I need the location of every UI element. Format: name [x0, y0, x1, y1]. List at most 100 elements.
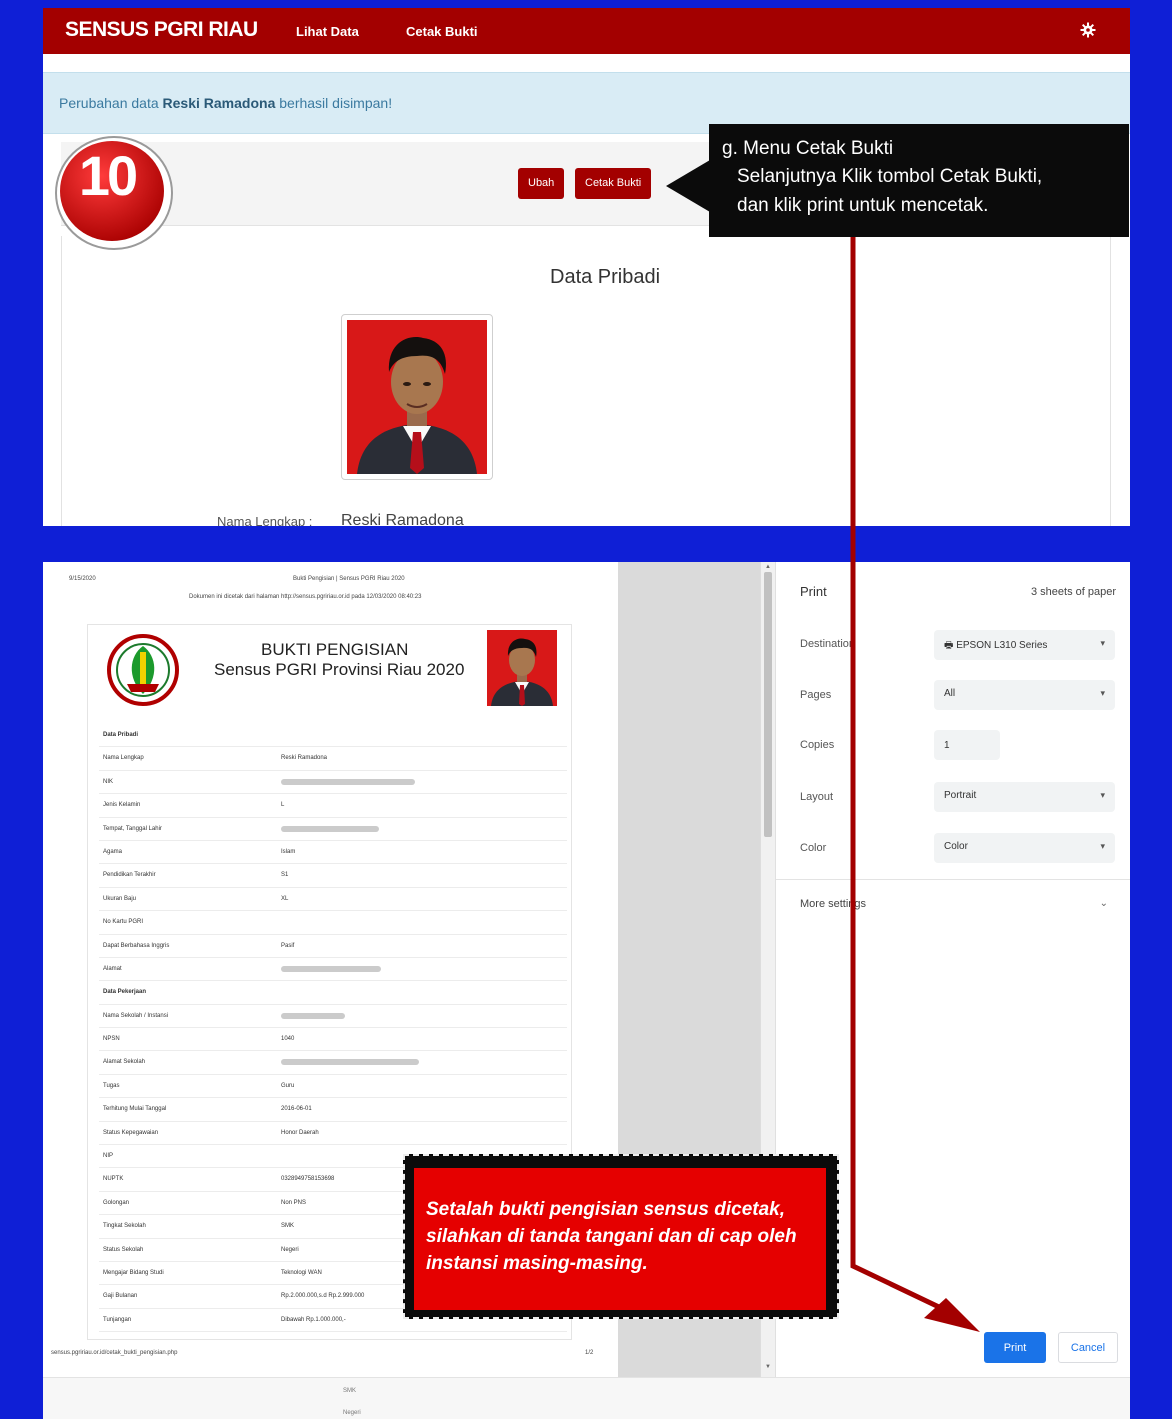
row-value: 2016-06-01	[281, 1106, 312, 1113]
table-row: Ukuran Baju XL	[99, 888, 567, 912]
chevron-down-icon: ▾	[1100, 688, 1105, 698]
row-label: Status Kepegawaian	[103, 1129, 159, 1136]
redacted-value	[281, 778, 415, 785]
print-title: Print	[800, 584, 827, 599]
alert-name: Reski Ramadona	[162, 95, 276, 111]
row-value: Rp.2.000.000,s.d Rp.2.999.000	[281, 1293, 365, 1300]
callout-line-1: g. Menu Cetak Bukti	[722, 138, 894, 159]
step-number: 10	[78, 144, 138, 207]
table-row: No Kartu PGRI	[99, 911, 567, 935]
alert-message: Perubahan data Reski Ramadona berhasil d…	[59, 95, 393, 111]
scroll-thumb[interactable]	[764, 572, 772, 837]
table-row: Jenis Kelamin L	[99, 794, 567, 818]
chevron-down-icon[interactable]: ⌄	[1100, 898, 1108, 909]
redacted-value	[281, 1059, 419, 1066]
row-label: Mengajar Bidang Studi	[103, 1269, 164, 1276]
destination-value: EPSON L310 Series	[956, 640, 1048, 651]
preview-header-title: Bukti Pengisian | Sensus PGRI Riau 2020	[293, 576, 405, 582]
destination-label: Destination	[800, 638, 856, 650]
name-label: Nama Lengkap :	[217, 514, 313, 526]
row-label: Pendidikan Terakhir	[103, 872, 156, 879]
row-label: Nama Sekolah / Instansi	[103, 1012, 169, 1019]
row-value: Negeri	[281, 1246, 299, 1253]
row-label: Tempat, Tanggal Lahir	[103, 825, 162, 832]
profile-photo	[341, 314, 493, 480]
table-row: Dapat Berbahasa Inggris Pasif	[99, 935, 567, 958]
copies-input[interactable]	[934, 730, 1000, 760]
pages-value: All	[944, 688, 956, 699]
table-row: Terhitung Mulai Tanggal 2016-06-01	[99, 1098, 567, 1122]
copies-label: Copies	[800, 739, 835, 751]
printer-icon: 🖶	[944, 640, 957, 651]
layout-select[interactable]: Portrait ▾	[934, 782, 1115, 812]
table-row: Agama Islam	[99, 841, 567, 865]
color-select[interactable]: Color ▾	[934, 833, 1115, 863]
edit-button[interactable]: Ubah	[518, 168, 565, 199]
row-label: NIP	[103, 1153, 114, 1160]
print-button[interactable]: Print	[984, 1332, 1046, 1363]
document-title: BUKTI PENGISIAN	[261, 640, 409, 659]
callout-pointer	[666, 160, 710, 212]
row-label: Ukuran Baju	[103, 895, 137, 902]
table-row: Nama Sekolah / Instansi	[99, 1005, 567, 1029]
strip-text-2: Negeri	[343, 1410, 361, 1416]
settings-divider	[776, 879, 1130, 880]
scroll-up-icon[interactable]: ▲	[765, 564, 771, 570]
color-label: Color	[800, 842, 827, 854]
redacted-value	[281, 1012, 345, 1019]
row-label: Dapat Berbahasa Inggris	[103, 942, 170, 949]
profile-card: Data Pribadi Nama Lengkap : Reski Ramado…	[61, 236, 1111, 526]
row-value: Non PNS	[281, 1199, 307, 1206]
more-settings-toggle[interactable]: More settings	[800, 898, 866, 910]
row-label: Tingkat Sekolah	[103, 1223, 146, 1230]
row-label: Data Pribadi	[103, 732, 139, 738]
cancel-button[interactable]: Cancel	[1058, 1332, 1118, 1363]
destination-select[interactable]: 🖶 EPSON L310 Series ▾	[934, 630, 1115, 660]
row-label: Terhitung Mulai Tanggal	[103, 1106, 167, 1113]
scroll-down-icon[interactable]: ▼	[765, 1364, 771, 1370]
row-label: Agama	[103, 848, 123, 855]
row-label: Status Sekolah	[103, 1246, 144, 1253]
nav-link-cetak-bukti[interactable]: Cetak Bukti	[406, 24, 478, 39]
row-value: 0328949758153698	[281, 1176, 335, 1183]
row-value: SMK	[281, 1223, 295, 1230]
chevron-down-icon: ▾	[1100, 841, 1105, 851]
row-value: S1	[281, 872, 289, 879]
row-label: No Kartu PGRI	[103, 919, 144, 926]
row-label: Nama Lengkap	[103, 755, 144, 762]
row-label: NUPTK	[103, 1176, 124, 1183]
preview-footer-url: sensus.pgririau.or.id/cetak_bukti_pengis…	[51, 1350, 178, 1356]
row-value: Islam	[281, 848, 296, 855]
pages-select[interactable]: All ▾	[934, 680, 1115, 710]
gear-icon[interactable]	[1080, 22, 1096, 38]
table-row: Tempat, Tanggal Lahir	[99, 818, 567, 841]
document-photo	[487, 630, 557, 706]
row-value: Reski Ramadona	[281, 755, 328, 762]
profile-photo-image	[347, 320, 487, 474]
table-row: Alamat	[99, 958, 567, 982]
nav-link-lihat-data[interactable]: Lihat Data	[296, 24, 359, 39]
redacted-value	[281, 965, 381, 972]
web-app-panel: SENSUS PGRI RIAU Lihat Data Cetak Bukti …	[43, 8, 1130, 526]
pages-label: Pages	[800, 689, 832, 701]
table-row: Tugas Guru	[99, 1075, 567, 1099]
row-value: 1040	[281, 1036, 295, 1043]
row-value: Guru	[281, 1082, 295, 1089]
preview-header-note: Dokumen ini dicetak dari halaman http://…	[189, 594, 422, 600]
row-label: Data Pekerjaan	[103, 989, 147, 996]
preview-header-date: 9/15/2020	[69, 576, 96, 582]
row-value: Teknologi WAN	[281, 1269, 322, 1276]
brand-title[interactable]: SENSUS PGRI RIAU	[65, 18, 258, 42]
row-value: L	[281, 802, 285, 809]
row-label: NIK	[103, 778, 114, 785]
note-text: Setalah bukti pengisian sensus dicetak, …	[426, 1199, 797, 1274]
table-row: Pendidikan Terakhir S1	[99, 864, 567, 888]
row-label: Alamat	[103, 965, 122, 972]
pgri-logo-icon	[107, 634, 179, 706]
preview-footer-page: 1/2	[585, 1350, 594, 1356]
print-proof-button[interactable]: Cetak Bukti	[575, 168, 652, 199]
table-row: Data Pribadi	[99, 724, 567, 748]
sheets-count: 3 sheets of paper	[1030, 586, 1116, 598]
layout-label: Layout	[800, 791, 834, 803]
table-row: Alamat Sekolah	[99, 1051, 567, 1075]
